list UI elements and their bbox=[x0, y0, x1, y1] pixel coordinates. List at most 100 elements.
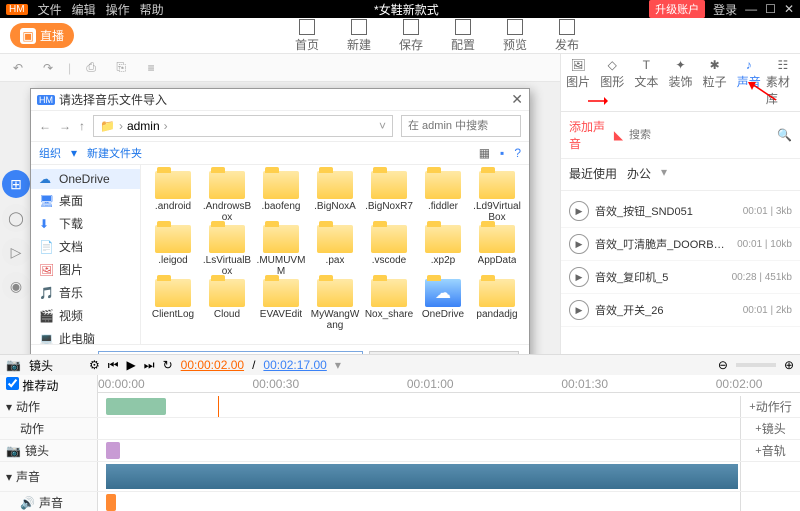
dialog-search-input[interactable] bbox=[401, 115, 521, 137]
new-folder-button[interactable]: 新建文件夹 bbox=[87, 145, 142, 161]
search-input[interactable] bbox=[629, 129, 771, 141]
track-sound[interactable] bbox=[98, 462, 740, 491]
play-icon[interactable]: ▶ bbox=[569, 300, 589, 320]
minimize-icon[interactable]: — bbox=[745, 2, 757, 16]
tl-lens-label[interactable]: 镜头 bbox=[29, 357, 53, 374]
file-item[interactable]: .leigod bbox=[147, 225, 199, 277]
file-item[interactable]: Cloud bbox=[201, 279, 253, 331]
side-音乐[interactable]: 🎵音乐 bbox=[31, 281, 140, 304]
nav-up-icon[interactable]: ↑ bbox=[79, 119, 85, 133]
path-segment[interactable]: admin bbox=[127, 119, 160, 133]
maximize-icon[interactable]: ☐ bbox=[765, 2, 776, 16]
undo-icon[interactable]: ↶ bbox=[8, 58, 28, 78]
track-action[interactable] bbox=[98, 396, 740, 417]
tl-lens-icon[interactable]: 📷 bbox=[6, 358, 21, 372]
side-视频[interactable]: 🎬视频 bbox=[31, 304, 140, 327]
rp-tab-图形[interactable]: ◇图形 bbox=[595, 54, 629, 111]
rp-tab-粒子[interactable]: ✱粒子 bbox=[698, 54, 732, 111]
filter-recent[interactable]: 最近使用 bbox=[569, 163, 617, 186]
menu-edit[interactable]: 编辑 bbox=[72, 1, 96, 18]
file-item[interactable]: .vscode bbox=[363, 225, 415, 277]
file-item[interactable]: .baofeng bbox=[255, 171, 307, 223]
circle-tool-icon[interactable]: ◯ bbox=[2, 204, 30, 232]
track-sound-sub[interactable] bbox=[98, 492, 740, 511]
add-action-button[interactable]: + 动作行 bbox=[740, 396, 800, 417]
tl-play-icon[interactable]: ▶ bbox=[127, 358, 136, 372]
main-tab-4[interactable]: 预览 bbox=[503, 19, 527, 53]
tool-icon[interactable]: ≡ bbox=[141, 58, 161, 78]
rp-tab-图片[interactable]: 🖼图片 bbox=[561, 54, 595, 111]
side-下载[interactable]: ⬇下载 bbox=[31, 212, 140, 235]
tl-next-icon[interactable]: ⏭ bbox=[144, 358, 155, 373]
add-audio-button[interactable]: + 音轨 bbox=[740, 440, 800, 461]
file-item[interactable]: ☁OneDrive bbox=[417, 279, 469, 331]
sound-item[interactable]: ▶音效_开关_2600:01 | 2kb bbox=[561, 294, 800, 327]
play-icon[interactable]: ▶ bbox=[569, 267, 589, 287]
live-button[interactable]: ▣ 直播 bbox=[10, 23, 74, 48]
view-icon[interactable]: ▦ bbox=[479, 146, 490, 160]
timeline-ruler[interactable]: 00:00:0000:00:3000:01:0000:01:3000:02:00 bbox=[98, 375, 800, 393]
nav-fwd-icon[interactable]: → bbox=[59, 119, 71, 133]
file-item[interactable]: .fiddler bbox=[417, 171, 469, 223]
add-sound-button[interactable]: 添加声音 bbox=[569, 118, 608, 152]
tl-prev-icon[interactable]: ⏮ bbox=[108, 358, 119, 373]
collapse-icon[interactable]: ▾ bbox=[6, 400, 12, 414]
file-item[interactable]: AppData bbox=[471, 225, 523, 277]
file-item[interactable]: .LsVirtualBox bbox=[201, 225, 253, 277]
rp-tab-装饰[interactable]: ✦装饰 bbox=[663, 54, 697, 111]
redo-icon[interactable]: ↷ bbox=[38, 58, 58, 78]
file-item[interactable]: EVAVEdit bbox=[255, 279, 307, 331]
file-item[interactable]: .AndrowsBox bbox=[201, 171, 253, 223]
play-tool-icon[interactable]: ▷ bbox=[2, 238, 30, 266]
login-link[interactable]: 登录 bbox=[713, 1, 737, 18]
rp-tab-声音[interactable]: ♪声音 bbox=[732, 54, 766, 111]
main-tab-3[interactable]: 配置 bbox=[451, 19, 475, 53]
side-桌面[interactable]: 🖥桌面 bbox=[31, 189, 140, 212]
file-item[interactable]: .BigNoxR7 bbox=[363, 171, 415, 223]
sound-item[interactable]: ▶音效_叮清脆声_DOORBELL00:01 | 10kb bbox=[561, 228, 800, 261]
zoom-out-icon[interactable]: ⊖ bbox=[718, 358, 728, 372]
main-tab-1[interactable]: 新建 bbox=[347, 19, 371, 53]
track-action-sub[interactable] bbox=[98, 418, 740, 439]
menu-file[interactable]: 文件 bbox=[38, 1, 62, 18]
push-checkbox[interactable]: 推荐动 bbox=[6, 379, 58, 393]
main-tab-5[interactable]: 发布 bbox=[555, 19, 579, 53]
time-current[interactable]: 00:00:02.00 bbox=[181, 358, 244, 372]
zoom-in-icon[interactable]: ⊕ bbox=[784, 358, 794, 372]
filter-office[interactable]: 办公 bbox=[627, 163, 651, 186]
tool-icon[interactable]: ⎘ bbox=[111, 58, 131, 78]
file-item[interactable]: pandadjg bbox=[471, 279, 523, 331]
play-icon[interactable]: ▶ bbox=[569, 201, 589, 221]
rp-tab-素材库[interactable]: ☷素材库 bbox=[766, 54, 800, 111]
path-bar[interactable]: 📁 › admin › ˅ bbox=[93, 115, 393, 137]
sound-item[interactable]: ▶音效_复印机_500:28 | 451kb bbox=[561, 261, 800, 294]
menu-action[interactable]: 操作 bbox=[106, 1, 130, 18]
organize-button[interactable]: 组织 bbox=[39, 145, 61, 161]
track-lens[interactable] bbox=[98, 440, 740, 461]
side-文档[interactable]: 📄文档 bbox=[31, 235, 140, 258]
file-item[interactable]: .MUMUVMM bbox=[255, 225, 307, 277]
side-图片[interactable]: 🖼图片 bbox=[31, 258, 140, 281]
file-item[interactable]: MyWangWang bbox=[309, 279, 361, 331]
dialog-close-icon[interactable]: ✕ bbox=[511, 91, 523, 108]
close-icon[interactable]: ✕ bbox=[784, 2, 794, 16]
file-item[interactable]: Nox_share bbox=[363, 279, 415, 331]
record-tool-icon[interactable]: ◉ bbox=[2, 272, 30, 300]
rp-tab-文本[interactable]: T文本 bbox=[629, 54, 663, 111]
zoom-slider[interactable] bbox=[736, 363, 776, 367]
side-此电脑[interactable]: 💻此电脑 bbox=[31, 327, 140, 344]
collapse-icon[interactable]: ▾ bbox=[6, 470, 12, 484]
view-icon[interactable]: ▪ bbox=[500, 146, 504, 160]
file-item[interactable]: .BigNoxA bbox=[309, 171, 361, 223]
grid-tool-icon[interactable]: ⊞ bbox=[2, 170, 30, 198]
tl-settings-icon[interactable]: ⚙ bbox=[89, 358, 100, 372]
tool-icon[interactable]: ⎙ bbox=[81, 58, 101, 78]
sound-item[interactable]: ▶音效_按钮_SND05100:01 | 3kb bbox=[561, 195, 800, 228]
play-icon[interactable]: ▶ bbox=[569, 234, 589, 254]
file-item[interactable]: .pax bbox=[309, 225, 361, 277]
time-total[interactable]: 00:02:17.00 bbox=[263, 358, 326, 372]
menu-help[interactable]: 帮助 bbox=[140, 1, 164, 18]
upgrade-button[interactable]: 升级账户 bbox=[649, 0, 705, 18]
tl-loop-icon[interactable]: ↻ bbox=[163, 358, 173, 372]
nav-back-icon[interactable]: ← bbox=[39, 119, 51, 133]
